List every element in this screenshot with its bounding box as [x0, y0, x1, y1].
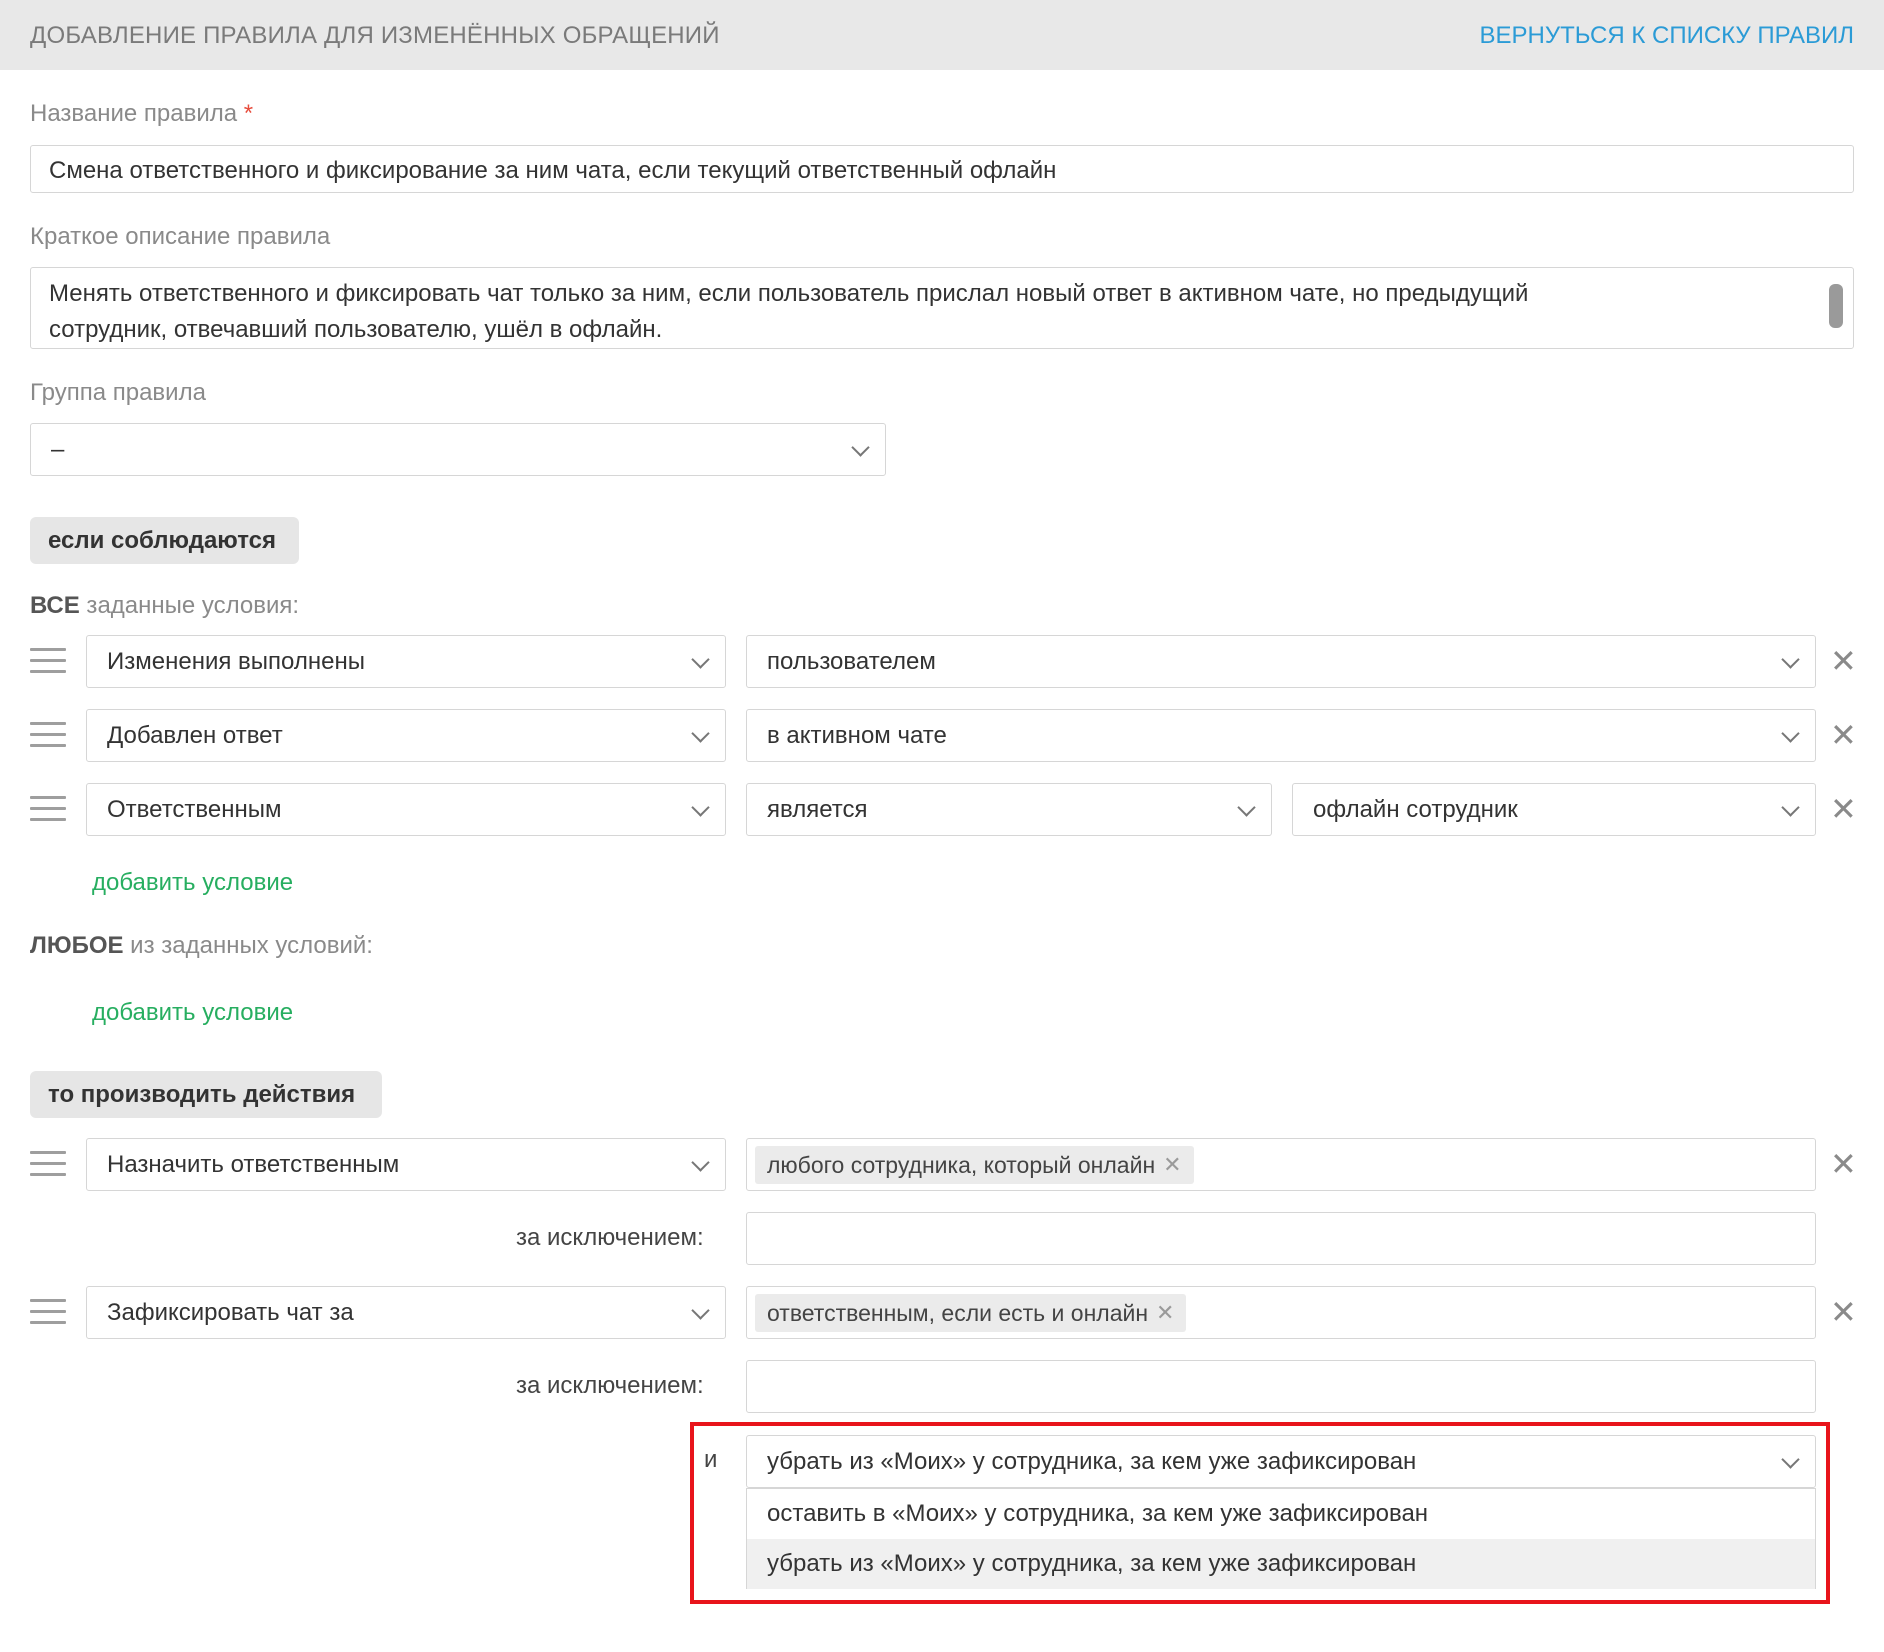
dropdown-option-remove[interactable]: убрать из «Моих» у сотрудника, за кем уж…	[747, 1539, 1815, 1589]
condition-value-select[interactable]: пользователем	[746, 635, 1816, 688]
except-input[interactable]	[746, 1360, 1816, 1413]
condition-field-value: Добавлен ответ	[107, 721, 283, 749]
add-condition-any-link[interactable]: добавить условие	[92, 999, 293, 1027]
any-conditions-label: ЛЮБОЕ из заданных условий:	[30, 932, 373, 960]
rule-name-input[interactable]: Смена ответственного и фиксирование за н…	[30, 145, 1854, 193]
condition-value: офлайн сотрудник	[1313, 795, 1518, 823]
rule-description-textarea[interactable]: Менять ответственного и фиксировать чат …	[30, 267, 1854, 349]
condition-field-select[interactable]: Добавлен ответ	[86, 709, 726, 762]
back-to-rules-link[interactable]: ВЕРНУТЬСЯ К СПИСКУ ПРАВИЛ	[1480, 22, 1854, 50]
page-title: ДОБАВЛЕНИЕ ПРАВИЛА ДЛЯ ИЗМЕНЁННЫХ ОБРАЩЕ…	[30, 22, 720, 49]
chevron-down-icon	[1781, 649, 1800, 669]
any-conditions-bold: ЛЮБОЕ	[30, 932, 124, 959]
condition-field-select[interactable]: Ответственным	[86, 783, 726, 836]
tag-remove-icon[interactable]: ✕	[1156, 1300, 1174, 1326]
rule-name-label: Название правила *	[30, 100, 253, 128]
drag-handle-icon[interactable]	[30, 796, 66, 826]
add-condition-all-link[interactable]: добавить условие	[92, 869, 293, 897]
fixed-chat-mode-select[interactable]: убрать из «Моих» у сотрудника, за кем уж…	[746, 1435, 1816, 1488]
tag-remove-icon[interactable]: ✕	[1163, 1152, 1181, 1178]
all-conditions-label: ВСЕ заданные условия:	[30, 592, 299, 620]
action-type-select[interactable]: Зафиксировать чат за	[86, 1286, 726, 1339]
remove-condition-icon[interactable]: ✕	[1830, 793, 1857, 825]
chevron-down-icon	[1781, 723, 1800, 743]
condition-field-select[interactable]: Изменения выполнены	[86, 635, 726, 688]
all-conditions-text: заданные условия:	[79, 592, 300, 619]
condition-value-select[interactable]: в активном чате	[746, 709, 1816, 762]
drag-handle-icon[interactable]	[30, 722, 66, 752]
chevron-down-icon	[691, 1300, 710, 1320]
remove-action-icon[interactable]: ✕	[1830, 1148, 1857, 1180]
condition-value: в активном чате	[767, 721, 947, 749]
condition-value-select[interactable]: офлайн сотрудник	[1292, 783, 1816, 836]
chevron-down-icon	[851, 437, 870, 457]
condition-value: пользователем	[767, 647, 936, 675]
chevron-down-icon	[691, 1152, 710, 1172]
actions-section-label: то производить действия	[30, 1071, 382, 1118]
action-type-value: Назначить ответственным	[107, 1150, 400, 1178]
drag-handle-icon[interactable]	[30, 1299, 66, 1329]
rule-name-value: Смена ответственного и фиксирование за н…	[49, 157, 1057, 184]
fixed-chat-mode-dropdown: оставить в «Моих» у сотрудника, за кем у…	[746, 1488, 1816, 1589]
rule-group-value: –	[51, 435, 65, 463]
rule-group-select[interactable]: –	[30, 423, 886, 476]
action-target-multiselect[interactable]: ответственным, если есть и онлайн ✕	[746, 1286, 1816, 1339]
any-conditions-text: из заданных условий:	[123, 932, 373, 959]
chevron-down-icon	[691, 797, 710, 817]
chevron-down-icon	[1781, 797, 1800, 817]
chevron-down-icon	[691, 723, 710, 743]
except-label: за исключением:	[516, 1372, 704, 1399]
rule-name-label-text: Название правила	[30, 100, 238, 127]
condition-operator-value: является	[767, 795, 868, 823]
and-label: и	[704, 1446, 718, 1473]
rule-description-line-2: сотрудник, отвечавший пользователю, ушёл…	[49, 316, 663, 343]
conditions-section-label: если соблюдаются	[30, 517, 299, 564]
drag-handle-icon[interactable]	[30, 1151, 66, 1181]
rule-group-label: Группа правила	[30, 379, 206, 406]
rule-description-label: Краткое описание правила	[30, 223, 331, 250]
except-label: за исключением:	[516, 1224, 704, 1251]
action-target-multiselect[interactable]: любого сотрудника, который онлайн ✕	[746, 1138, 1816, 1191]
page-header: ДОБАВЛЕНИЕ ПРАВИЛА ДЛЯ ИЗМЕНЁННЫХ ОБРАЩЕ…	[0, 0, 1884, 70]
chevron-down-icon	[1237, 797, 1256, 817]
required-marker: *	[243, 100, 254, 127]
action-type-value: Зафиксировать чат за	[107, 1298, 354, 1326]
selected-tag: любого сотрудника, который онлайн ✕	[755, 1146, 1194, 1184]
all-conditions-bold: ВСЕ	[30, 592, 80, 619]
selected-tag-label: ответственным, если есть и онлайн	[767, 1299, 1149, 1326]
chevron-down-icon	[1781, 1449, 1800, 1469]
remove-condition-icon[interactable]: ✕	[1830, 645, 1857, 677]
dropdown-option-keep[interactable]: оставить в «Моих» у сотрудника, за кем у…	[747, 1489, 1815, 1539]
condition-field-value: Изменения выполнены	[107, 647, 365, 675]
action-type-select[interactable]: Назначить ответственным	[86, 1138, 726, 1191]
rule-description-line-1: Менять ответственного и фиксировать чат …	[49, 280, 1529, 307]
condition-operator-select[interactable]: является	[746, 783, 1272, 836]
remove-action-icon[interactable]: ✕	[1830, 1296, 1857, 1328]
except-input[interactable]	[746, 1212, 1816, 1265]
chevron-down-icon	[691, 649, 710, 669]
condition-field-value: Ответственным	[107, 795, 282, 823]
textarea-scrollbar[interactable]	[1829, 284, 1843, 328]
selected-tag-label: любого сотрудника, который онлайн	[767, 1151, 1156, 1178]
selected-tag: ответственным, если есть и онлайн ✕	[755, 1294, 1187, 1332]
drag-handle-icon[interactable]	[30, 648, 66, 678]
remove-condition-icon[interactable]: ✕	[1830, 719, 1857, 751]
fixed-chat-mode-value: убрать из «Моих» у сотрудника, за кем уж…	[767, 1447, 1417, 1475]
